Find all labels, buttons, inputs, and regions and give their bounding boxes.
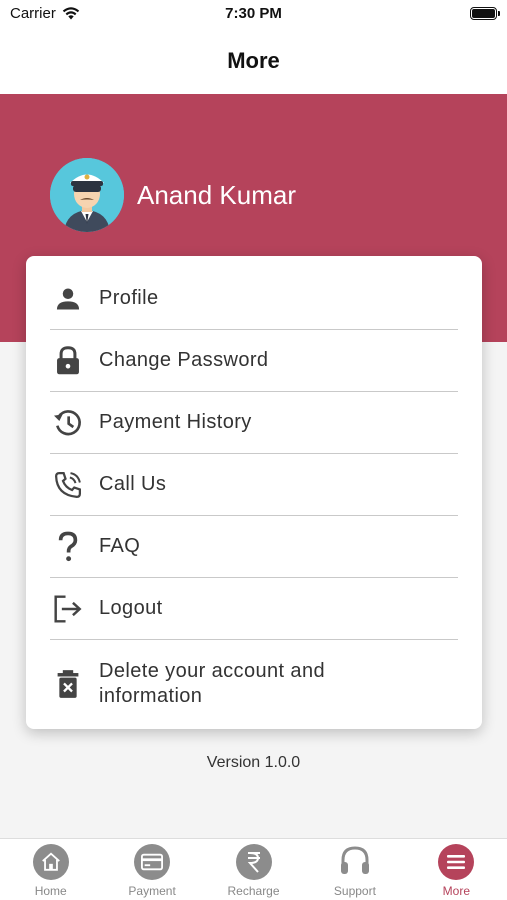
- status-bar: Carrier 7:30 PM: [0, 0, 507, 28]
- menu-item-faq[interactable]: FAQ: [50, 516, 458, 578]
- status-time: 7:30 PM: [225, 5, 282, 22]
- history-icon: [50, 405, 86, 441]
- user-name: Anand Kumar: [137, 180, 296, 210]
- version-label: Version 1.0.0: [206, 754, 301, 771]
- menu-item-label: Change Password: [99, 349, 269, 371]
- menu-item-profile[interactable]: Profile: [50, 268, 458, 330]
- home-icon: [32, 844, 69, 880]
- battery-icon: [470, 7, 500, 20]
- tab-recharge[interactable]: Recharge: [203, 839, 304, 900]
- menu-card: Profile Change Password Payment History …: [26, 256, 482, 729]
- headset-icon: [337, 844, 373, 880]
- navigation-bar: More: [0, 28, 507, 94]
- menu-item-label: Profile: [99, 287, 159, 309]
- tab-label: Home: [34, 884, 67, 898]
- menu-item-delete-account[interactable]: Delete your account and information: [50, 640, 458, 728]
- tab-home[interactable]: Home: [0, 839, 101, 900]
- menu-item-label: Call Us: [99, 473, 167, 495]
- tab-label: Payment: [128, 884, 176, 898]
- rupee-icon: [235, 844, 272, 880]
- tab-bar: Home Payment Recharge Support More: [0, 838, 507, 900]
- question-icon: [50, 529, 86, 565]
- menu-item-logout[interactable]: Logout: [50, 578, 458, 640]
- menu-item-call-us[interactable]: Call Us: [50, 454, 458, 516]
- menu-item-label: Payment History: [99, 411, 252, 433]
- pilot-avatar-icon: [50, 158, 124, 232]
- menu-item-payment-history[interactable]: Payment History: [50, 392, 458, 454]
- person-icon: [50, 281, 86, 317]
- menu-icon: [438, 844, 475, 880]
- tab-label: More: [442, 884, 470, 898]
- tab-label: Support: [333, 884, 376, 898]
- delete-icon: [50, 666, 86, 702]
- lock-icon: [50, 343, 86, 379]
- tab-payment[interactable]: Payment: [101, 839, 202, 900]
- menu-item-label: Logout: [99, 597, 163, 619]
- menu-item-change-password[interactable]: Change Password: [50, 330, 458, 392]
- avatar: [50, 158, 124, 232]
- logout-icon: [50, 591, 86, 627]
- menu-item-label: FAQ: [99, 535, 141, 557]
- menu-item-label: Delete your account and information: [99, 660, 326, 707]
- card-icon: [134, 844, 171, 880]
- tab-support[interactable]: Support: [304, 839, 405, 900]
- tab-label: Recharge: [227, 884, 280, 898]
- page-title: More: [227, 48, 280, 73]
- phone-icon: [50, 467, 86, 503]
- tab-more[interactable]: More: [406, 839, 507, 900]
